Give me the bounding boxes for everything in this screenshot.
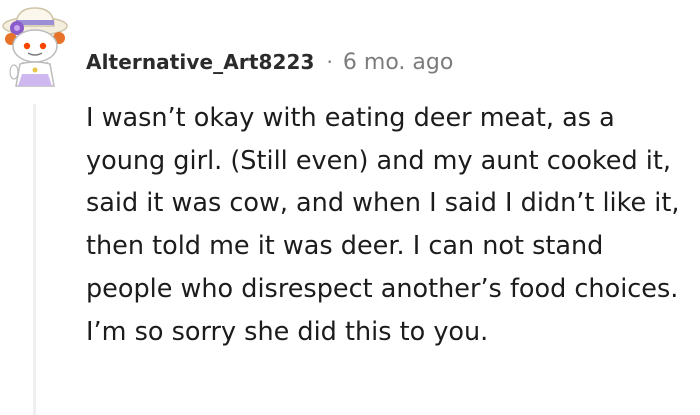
comment-timestamp[interactable]: 6 mo. ago — [343, 50, 453, 75]
meta-separator: · — [326, 50, 333, 74]
avatar[interactable] — [2, 6, 70, 88]
username-link[interactable]: Alternative_Art8223 — [86, 50, 315, 74]
snoo-avatar-icon — [2, 7, 68, 87]
comment: Alternative_Art8223 · 6 mo. ago I wasn’t… — [0, 0, 700, 415]
comment-header: Alternative_Art8223 · 6 mo. ago — [86, 44, 453, 80]
thread-line[interactable] — [33, 104, 36, 415]
comment-body: I wasn’t okay with eating deer meat, as … — [86, 103, 680, 347]
